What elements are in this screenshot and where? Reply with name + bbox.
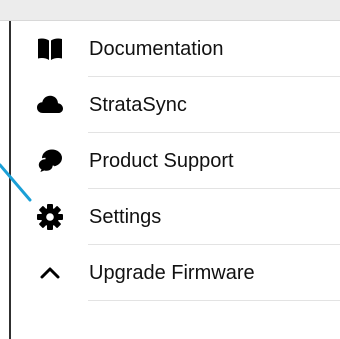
menu-item-label: Settings [89, 206, 162, 228]
menu-item-settings[interactable]: Settings [12, 189, 340, 245]
menu-item-documentation[interactable]: Documentation [12, 21, 340, 77]
menu-item-label: Documentation [89, 38, 224, 60]
menu-item-label: Product Support [89, 150, 234, 172]
menu-item-label: StrataSync [89, 94, 187, 116]
panel-left-border [9, 21, 11, 339]
gear-icon [36, 203, 64, 231]
chevron-up-icon [36, 259, 64, 287]
menu-item-upgrade-firmware[interactable]: Upgrade Firmware [12, 245, 340, 301]
top-bar [0, 0, 340, 21]
menu-item-stratasync[interactable]: StrataSync [12, 77, 340, 133]
cloud-icon [36, 91, 64, 119]
side-menu: Documentation StrataSync Product Support [12, 21, 340, 301]
menu-item-product-support[interactable]: Product Support [12, 133, 340, 189]
chat-bubbles-icon [36, 147, 64, 175]
menu-item-label: Upgrade Firmware [89, 262, 255, 284]
book-open-icon [36, 35, 64, 63]
